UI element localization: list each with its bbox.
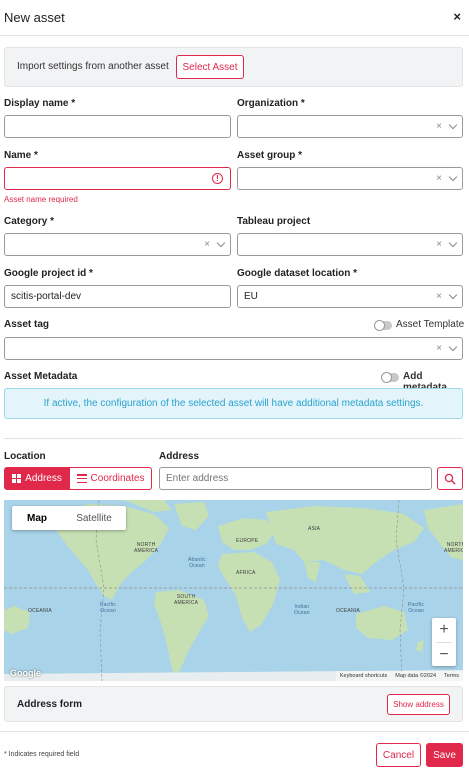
list-icon (76, 474, 87, 483)
map-label-north-america: NORTH AMERICA (134, 542, 159, 554)
asset-group-label: Asset group * (237, 150, 303, 161)
address-search-input[interactable] (159, 467, 432, 490)
tab-map[interactable]: Map (12, 506, 62, 530)
display-name-field[interactable] (4, 115, 231, 138)
organization-select[interactable]: × (237, 115, 463, 138)
dialog-title: New asset (4, 10, 65, 25)
divider (0, 731, 469, 732)
chevron-down-icon[interactable] (448, 290, 458, 300)
dialog-header: New asset × (0, 0, 469, 36)
grid-icon (12, 474, 22, 483)
asset-tag-label: Asset tag (4, 319, 50, 330)
zoom-out-button[interactable]: − (432, 643, 456, 667)
show-address-button[interactable]: Show address (387, 694, 450, 715)
google-project-id-field[interactable]: scitis-portal-dev (4, 285, 231, 308)
import-settings-text: Import settings from another asset (17, 61, 169, 72)
address-form-panel: Address form Show address (4, 686, 463, 722)
map-attribution: Keyboard shortcuts Map data ©2024 Terms (335, 671, 463, 681)
divider (4, 438, 463, 439)
keyboard-shortcuts-link[interactable]: Keyboard shortcuts (340, 673, 387, 679)
search-icon (444, 473, 456, 485)
name-error-message: Asset name required (4, 195, 78, 204)
address-label: Address (159, 451, 200, 462)
cancel-button[interactable]: Cancel (376, 743, 421, 767)
asset-metadata-label: Asset Metadata (4, 371, 78, 382)
tableau-project-select[interactable]: × (237, 233, 463, 256)
clear-icon[interactable]: × (436, 291, 442, 302)
address-search-button[interactable] (437, 467, 463, 490)
map-label-europe: EUROPE (236, 538, 259, 544)
category-select[interactable]: × (4, 233, 231, 256)
map-label-asia: ASIA (308, 526, 321, 532)
organization-label: Organization * (237, 98, 305, 109)
chevron-down-icon[interactable] (448, 172, 458, 182)
clear-icon[interactable]: × (436, 121, 442, 132)
map-label-pacific-left: Pacific Ocean (100, 602, 117, 614)
asset-template-toggle[interactable] (374, 320, 392, 331)
name-field[interactable]: ! (4, 167, 231, 190)
map-label-pacific-right: Pacific Ocean (408, 602, 425, 614)
location-mode-toggle: Address Coordinates (4, 467, 152, 490)
google-logo: Google (10, 668, 41, 678)
metadata-info-text: If active, the configuration of the sele… (43, 398, 424, 409)
select-asset-button[interactable]: Select Asset (176, 55, 244, 79)
tab-satellite[interactable]: Satellite (62, 506, 126, 530)
error-icon: ! (212, 173, 223, 184)
save-button[interactable]: Save (426, 743, 463, 767)
close-icon[interactable]: × (453, 9, 461, 24)
add-metadata-toggle[interactable] (381, 372, 399, 383)
google-project-id-label: Google project id * (4, 268, 93, 279)
asset-tag-select[interactable]: × (4, 337, 463, 360)
google-dataset-location-label: Google dataset location * (237, 268, 358, 279)
asset-group-select[interactable]: × (237, 167, 463, 190)
coordinates-mode-button[interactable]: Coordinates (70, 467, 152, 490)
chevron-down-icon[interactable] (448, 120, 458, 130)
terms-link[interactable]: Terms (444, 673, 459, 679)
name-label: Name * (4, 150, 38, 161)
map-data-text: Map data ©2024 (395, 673, 437, 679)
google-dataset-location-select[interactable]: EU × (237, 285, 463, 308)
google-dataset-location-value: EU (244, 291, 258, 302)
map-label-south-america: SOUTH AMERICA (174, 594, 199, 606)
map-label-indian: Indian Ocean (294, 604, 310, 616)
asset-template-label: Asset Template (396, 319, 465, 330)
metadata-info-alert: If active, the configuration of the sele… (4, 388, 463, 419)
chevron-down-icon[interactable] (448, 238, 458, 248)
map-label-oceania-right: OCEANIA (336, 608, 360, 614)
map-label-oceania-left: OCEANIA (28, 608, 52, 614)
clear-icon[interactable]: × (436, 343, 442, 354)
address-mode-button[interactable]: Address (4, 467, 70, 490)
tableau-project-label: Tableau project (237, 216, 311, 227)
coordinates-mode-label: Coordinates (90, 473, 145, 484)
location-label: Location (4, 451, 46, 462)
zoom-in-button[interactable]: + (432, 618, 456, 642)
clear-icon[interactable]: × (436, 239, 442, 250)
map-label-africa: AFRICA (236, 570, 256, 576)
clear-icon[interactable]: × (436, 173, 442, 184)
map-zoom-controls: + − (432, 618, 456, 666)
map-label-north-america-right: NORTHAMERICA (444, 542, 463, 554)
display-name-label: Display name * (4, 98, 76, 109)
clear-icon[interactable]: × (204, 239, 210, 250)
chevron-down-icon[interactable] (448, 342, 458, 352)
category-label: Category * (4, 216, 55, 227)
map-type-tabs: Map Satellite (12, 506, 126, 530)
required-field-note: * Indicates required field (4, 751, 80, 758)
address-mode-label: Address (25, 473, 62, 484)
map-label-atlantic: Atlantic Ocean (188, 557, 206, 569)
chevron-down-icon[interactable] (216, 238, 226, 248)
map-view[interactable]: NORTH AMERICA EUROPE ASIA AFRICA SOUTH AME… (4, 500, 463, 681)
import-settings-panel: Import settings from another asset Selec… (4, 47, 463, 87)
address-form-title: Address form (17, 699, 83, 710)
